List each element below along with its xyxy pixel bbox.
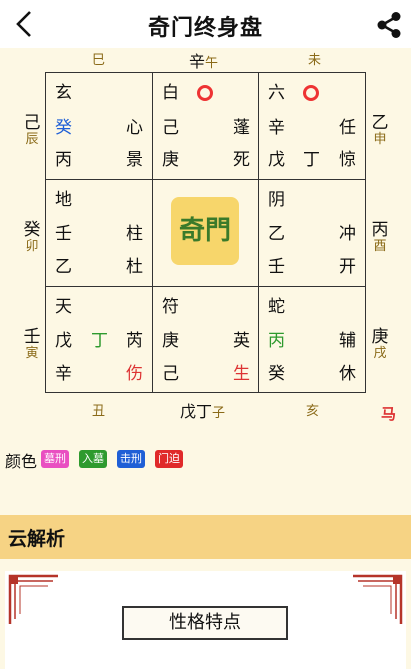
palace-2-god: 白 [162, 83, 179, 103]
palace-4-stem: 壬 [55, 224, 72, 244]
side-label-right-2: 丙酉 [369, 221, 391, 255]
side-stem: 壬 [23, 327, 41, 347]
palace-3-stem2: 戊 [268, 150, 285, 170]
palace-9-star: 辅 [339, 331, 356, 351]
palace-9-stem: 丙 [268, 331, 285, 351]
side-stem: 乙 [371, 113, 389, 133]
grid-divider [45, 179, 366, 180]
horse-circle-icon [197, 85, 213, 101]
side-label-left-2: 癸卯 [21, 221, 43, 255]
qimen-logo: 奇門 [171, 197, 239, 265]
top-label-right: 未 [308, 53, 322, 68]
side-branch: 寅 [25, 346, 39, 361]
palace-6-star: 冲 [339, 224, 356, 244]
top-label-mid: 辛午 [189, 48, 218, 72]
palace-4-door: 杜 [126, 257, 143, 277]
page-title: 奇门终身盘 [147, 16, 263, 41]
palace-7-door: 伤 [126, 364, 143, 384]
palace-2-star: 蓬 [233, 118, 250, 138]
horse-circle-icon [303, 85, 319, 101]
grid-divider [258, 72, 259, 393]
corner-ornament-left-icon [8, 574, 58, 624]
palace-7-stem: 戊 [55, 331, 72, 351]
top-label-left: 巳 [92, 53, 106, 68]
palace-7-god: 天 [55, 297, 72, 317]
bottom-label-right: 亥 [306, 404, 320, 419]
side-branch: 卯 [25, 239, 39, 254]
side-stem: 己 [23, 113, 41, 133]
palace-1-star: 心 [126, 118, 143, 138]
palace-4-stem2: 乙 [55, 257, 72, 277]
grid-divider [45, 286, 366, 287]
side-branch: 辰 [25, 132, 39, 147]
side-branch: 申 [373, 132, 387, 147]
palace-2-stem2: 庚 [162, 150, 179, 170]
palace-8-stem: 庚 [162, 331, 179, 351]
side-label-right-1: 乙申 [369, 114, 391, 148]
legend-badge-muxing: 墓刑 [41, 450, 69, 468]
side-stem: 庚 [371, 327, 389, 347]
grid-divider [152, 72, 153, 393]
corner-ornament-right-icon [353, 574, 403, 624]
palace-3-stem3: 丁 [303, 150, 320, 170]
palace-1-stem2: 丙 [55, 150, 72, 170]
side-label-left-1: 己辰 [21, 114, 43, 148]
palace-9-door: 休 [339, 364, 356, 384]
palace-9-stem2: 癸 [268, 364, 285, 384]
share-button[interactable] [374, 10, 404, 40]
palace-9-god: 蛇 [268, 297, 285, 317]
palace-7-star: 芮 [126, 331, 143, 351]
palace-8-stem2: 己 [162, 364, 179, 384]
legend-badge-rumu: 入墓 [79, 450, 107, 468]
palace-8-star: 英 [233, 331, 250, 351]
legend-label: 颜色 [5, 452, 38, 471]
share-icon [377, 12, 401, 38]
palace-3-door: 惊 [339, 150, 356, 170]
palace-1-god: 玄 [55, 83, 72, 103]
palace-6-stem2: 壬 [268, 257, 285, 277]
palace-7-stem-extra: 丁 [91, 331, 108, 351]
side-stem: 丙 [371, 220, 389, 240]
palace-4-star: 柱 [126, 224, 143, 244]
palace-6-door: 开 [339, 257, 356, 277]
palace-6-stem: 乙 [268, 224, 285, 244]
side-label-right-3: 庚戌 [369, 328, 391, 362]
palace-3-god: 六 [268, 83, 285, 103]
top-label-mid-branch: 午 [205, 56, 219, 71]
palace-8-god: 符 [162, 297, 179, 317]
palace-2-door: 死 [233, 150, 250, 170]
top-label-mid-stem: 辛 [189, 52, 206, 71]
palace-8-door: 生 [233, 364, 250, 384]
side-branch: 酉 [373, 239, 387, 254]
analysis-section-title: 云解析 [8, 528, 66, 550]
bottom-label-mid-branch: 子 [212, 406, 226, 421]
legend-badge-menpo: 门迫 [155, 450, 183, 468]
palace-3-star: 任 [339, 118, 356, 138]
side-stem: 癸 [23, 220, 41, 240]
palace-2-stem: 己 [162, 118, 179, 138]
side-label-left-3: 壬寅 [21, 328, 43, 362]
personality-title-box: 性格特点 [122, 606, 288, 640]
palace-3-stem: 辛 [268, 118, 285, 138]
horse-label: 马 [381, 405, 397, 423]
side-branch: 戌 [373, 346, 387, 361]
bottom-label-mid-stems: 戊丁 [180, 402, 213, 421]
legend-badge-jixing: 击刑 [117, 450, 145, 468]
palace-7-stem2: 辛 [55, 364, 72, 384]
bottom-label-left: 丑 [92, 404, 106, 419]
palace-4-god: 地 [55, 190, 72, 210]
palace-6-god: 阴 [268, 190, 285, 210]
palace-1-stem: 癸 [55, 118, 72, 138]
palace-1-door: 景 [126, 150, 143, 170]
bottom-label-mid: 戊丁子 [180, 398, 225, 422]
